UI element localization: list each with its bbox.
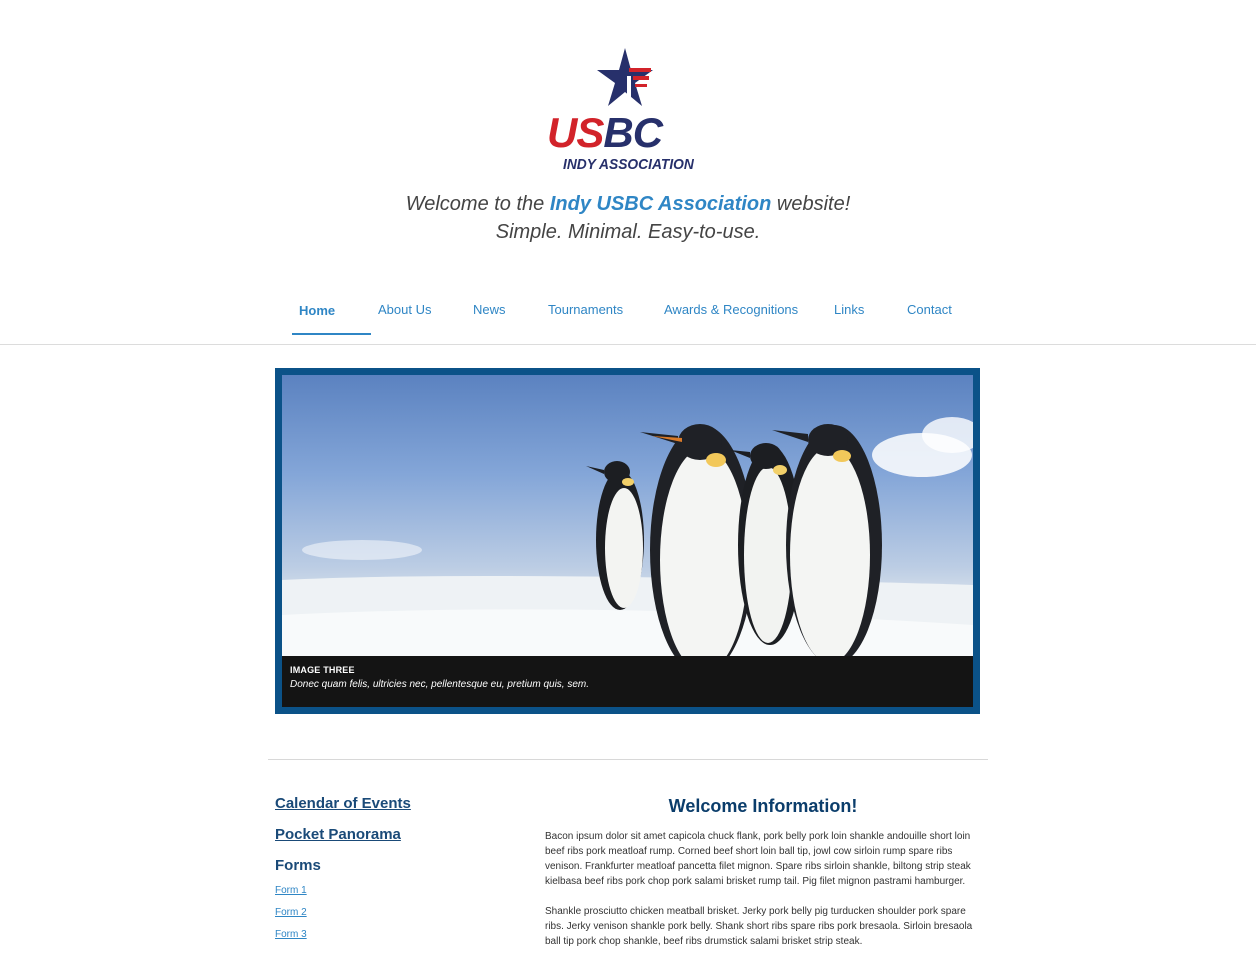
nav-home[interactable]: Home bbox=[299, 303, 335, 318]
pocket-panorama-link[interactable]: Pocket Panorama bbox=[275, 826, 525, 844]
welcome-paragraph-2: Shankle prosciutto chicken meatball bris… bbox=[545, 906, 973, 947]
welcome-paragraph-1: Bacon ipsum dolor sit amet capicola chuc… bbox=[545, 831, 971, 887]
nav-active-indicator bbox=[292, 333, 371, 335]
form-3-link[interactable]: Form 3 bbox=[275, 928, 525, 941]
nav-news[interactable]: News bbox=[473, 302, 506, 317]
nav-tournaments[interactable]: Tournaments bbox=[548, 302, 623, 317]
logo-wordmark: USBC bbox=[547, 109, 663, 156]
tagline-highlight: Indy USBC Association bbox=[549, 193, 772, 215]
caption-title: IMAGE THREE bbox=[290, 665, 355, 675]
sidebar: Calendar of Events Pocket Panorama Forms… bbox=[275, 795, 525, 950]
caption-text: Donec quam felis, ultricies nec, pellent… bbox=[290, 679, 590, 690]
content-divider bbox=[268, 759, 988, 760]
header: USBC INDY ASSOCIATION bbox=[0, 40, 1256, 175]
tagline-line2: Simple. Minimal. Easy-to-use. bbox=[495, 221, 761, 243]
form-1-link[interactable]: Form 1 bbox=[275, 884, 525, 897]
calendar-link[interactable]: Calendar of Events bbox=[275, 795, 525, 813]
tagline: Welcome to the Indy USBC Association web… bbox=[0, 190, 1256, 246]
nav-contact[interactable]: Contact bbox=[907, 302, 952, 317]
logo-association: INDY ASSOCIATION bbox=[563, 156, 694, 173]
nav-awards[interactable]: Awards & Recognitions bbox=[664, 302, 798, 317]
star-icon bbox=[597, 48, 653, 106]
usbc-logo[interactable]: USBC INDY ASSOCIATION bbox=[547, 46, 709, 173]
welcome-title: Welcome Information! bbox=[668, 796, 858, 816]
forms-heading: Forms bbox=[275, 857, 321, 874]
form-2-link[interactable]: Form 2 bbox=[275, 906, 525, 919]
slide-image: IMAGE THREE Donec quam felis, ultricies … bbox=[282, 375, 973, 707]
image-slider[interactable]: IMAGE THREE Donec quam felis, ultricies … bbox=[275, 368, 980, 714]
nav-links[interactable]: Links bbox=[834, 302, 864, 317]
main-content: Welcome Information! Bacon ipsum dolor s… bbox=[545, 795, 981, 964]
nav-about-us[interactable]: About Us bbox=[378, 302, 431, 317]
slide-caption: IMAGE THREE Donec quam felis, ultricies … bbox=[282, 656, 973, 707]
main-nav: Home About Us News Tournaments Awards & … bbox=[0, 290, 1256, 345]
tagline-line1: Welcome to the Indy USBC Association web… bbox=[405, 193, 851, 215]
